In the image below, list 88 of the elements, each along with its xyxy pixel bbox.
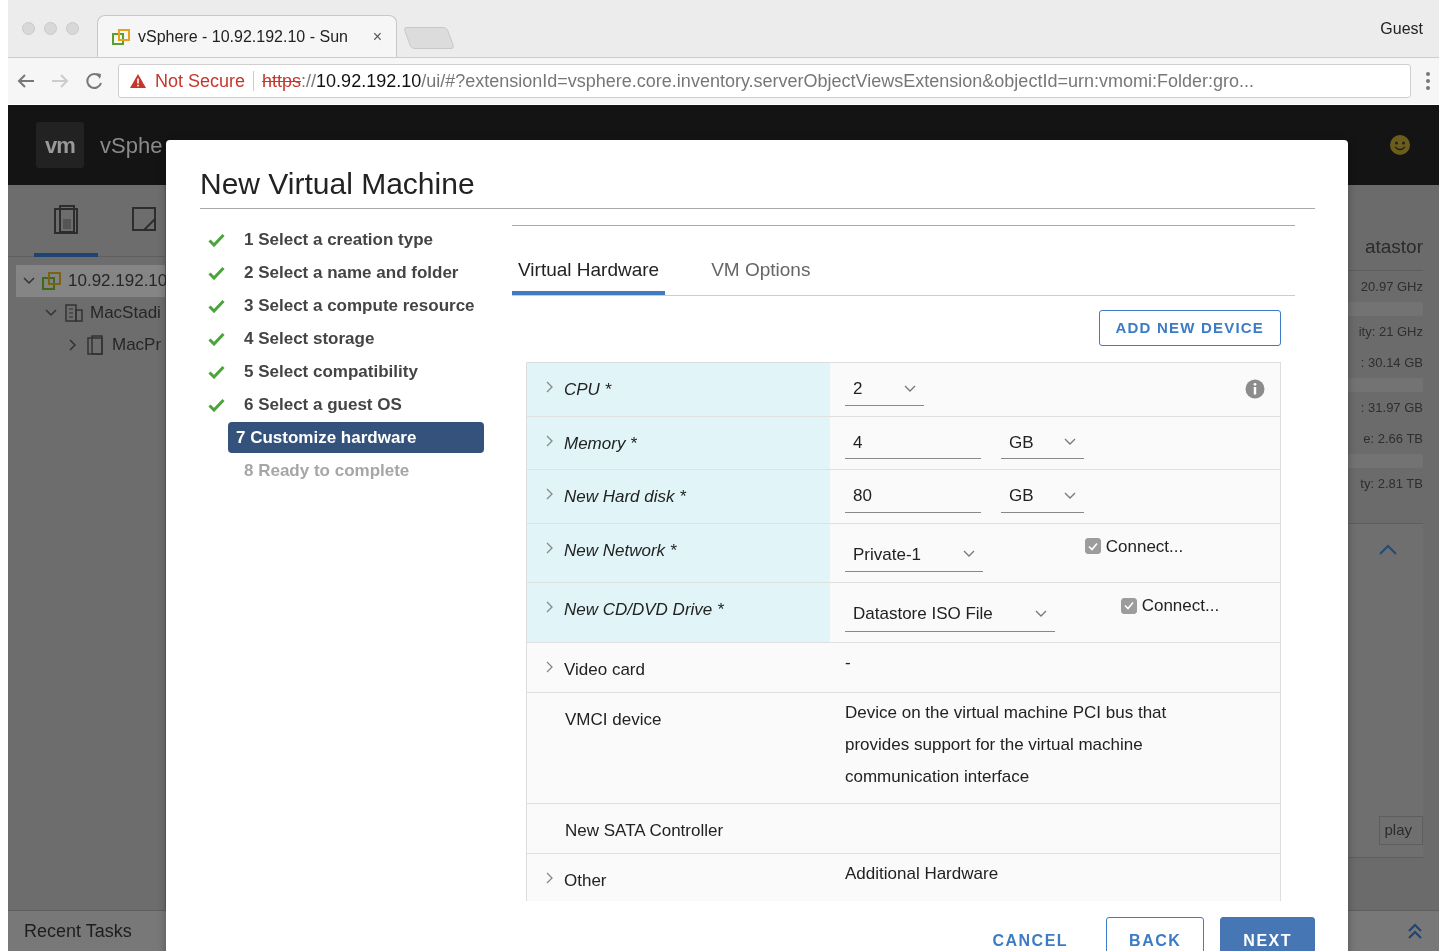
server-icon — [86, 335, 106, 355]
dialog-title: New Virtual Machine — [200, 166, 1315, 209]
tab-title: vSphere - 10.92.192.10 - Sun — [138, 26, 348, 47]
reload-icon[interactable] — [84, 71, 104, 91]
resource-text: 20.97 GHz — [1360, 277, 1423, 296]
cancel-button[interactable]: CANCEL — [970, 917, 1091, 951]
logo: vm — [36, 122, 84, 168]
resource-text: ity: 21 GHz — [1358, 322, 1423, 341]
security-label: Not Secure — [155, 69, 246, 93]
checkbox[interactable] — [1084, 538, 1101, 555]
chevron-right-icon[interactable] — [545, 488, 554, 500]
vcenter-icon — [42, 271, 62, 291]
check-icon — [208, 364, 225, 379]
chevron-down-icon — [1063, 491, 1076, 500]
row-label: New CD/DVD Drive * — [564, 599, 724, 621]
check-icon — [1087, 541, 1098, 551]
checkbox-label[interactable]: Connect... — [1105, 533, 1184, 559]
next-button[interactable]: NEXT — [1220, 917, 1315, 951]
checkbox-label[interactable]: Connect... — [1141, 593, 1220, 619]
back-icon[interactable] — [16, 72, 36, 90]
back-button[interactable]: BACK — [1106, 917, 1205, 951]
wizard-step[interactable]: 2 Select a name and folder — [236, 256, 467, 289]
check-icon — [208, 331, 225, 346]
info-icon[interactable] — [1245, 379, 1265, 399]
wizard-step[interactable]: 4 Select storage — [236, 322, 383, 355]
chevron-right-icon[interactable] — [545, 660, 554, 673]
url-text: https://10.92.192.10/ui/#?extensionId=vsphere.core.inventory.serverObjectViewsExtension&objectId=urn:vmomi:Folder:gro... — [262, 69, 1254, 93]
warning-icon — [129, 73, 147, 89]
resource-text: : 31.97 GB — [1360, 398, 1423, 417]
dropdown[interactable]: GB — [1001, 426, 1084, 459]
row-value: Additional Hardware — [845, 862, 999, 885]
chevron-right-icon[interactable] — [545, 381, 554, 393]
wizard-step[interactable]: 6 Select a guest OS — [236, 388, 410, 421]
row-label: New Network * — [564, 539, 677, 562]
address-field[interactable]: Not Secure https://10.92.192.10/ui/#?extensionId=vsphere.core.inventory.serverObjectViewsExtension&objectId=urn:vmomi:Folder:gro... — [118, 64, 1411, 98]
chevron-up-icon[interactable] — [1379, 543, 1397, 556]
dropdown[interactable]: Datastore ISO File — [845, 593, 1055, 632]
row-label: CPU * — [564, 379, 612, 401]
wizard-step[interactable]: 1 Select a creation type — [236, 223, 441, 256]
tab[interactable]: Virtual Hardware — [512, 256, 666, 295]
chevron-right-icon[interactable] — [545, 601, 554, 613]
row-value: Device on the virtual machine PCI bus that provides support for the virtual machine communication interface — [845, 701, 1168, 788]
row-label: Video card — [564, 658, 645, 681]
check-icon — [208, 265, 225, 280]
close-button[interactable]: × — [372, 24, 382, 49]
double-chevron-up-icon[interactable] — [1407, 922, 1423, 940]
server-tab-icon[interactable] — [34, 205, 98, 257]
dropdown[interactable]: 2 — [845, 373, 925, 406]
chevron-down-icon — [963, 550, 976, 559]
tree-item[interactable]: 10.92.192.10 — [16, 265, 165, 297]
dropdown[interactable]: GB — [1001, 480, 1084, 513]
row-label: Other — [564, 869, 607, 892]
recent-tasks-label[interactable]: Recent Tasks — [24, 917, 132, 945]
row-label: Memory * — [564, 432, 637, 455]
add-device-button[interactable]: ADD NEW DEVICE — [1098, 309, 1281, 346]
checkbox[interactable] — [1120, 597, 1137, 614]
chevron-down-icon — [904, 384, 917, 393]
row-value: - — [845, 651, 851, 674]
chevron-down-icon — [1063, 438, 1076, 447]
tab[interactable]: VM Options — [705, 256, 817, 295]
chevron-down-icon — [1034, 609, 1047, 618]
vcenter-icon — [112, 27, 130, 46]
input-field[interactable]: 80 — [845, 480, 981, 513]
chevron-right-icon[interactable] — [545, 434, 554, 447]
url-divider — [253, 71, 255, 91]
row-label: VMCI device — [565, 708, 662, 731]
wizard-step[interactable]: 5 Select compatibility — [236, 355, 426, 388]
wizard-step[interactable]: 3 Select a compute resource — [236, 289, 483, 322]
row-label: New SATA Controller — [565, 819, 724, 842]
product-name: vSphe — [100, 131, 163, 160]
wizard-step[interactable]: 7 Customize hardware — [228, 421, 484, 454]
smiley-icon[interactable] — [1389, 134, 1411, 156]
input-field[interactable]: 4 — [845, 426, 981, 459]
check-icon — [1123, 601, 1134, 611]
resource-text: ty: 2.81 TB — [1360, 474, 1423, 493]
dropdown[interactable]: Private-1 — [845, 533, 984, 572]
check-icon — [208, 232, 225, 247]
check-icon — [208, 397, 225, 412]
resource-text: e: 2.66 TB — [1363, 429, 1423, 448]
more-icon[interactable] — [1425, 71, 1431, 91]
chevron-right-icon[interactable] — [545, 541, 554, 554]
profile-name[interactable]: Guest — [1380, 16, 1439, 41]
row-label: New Hard disk * — [564, 486, 686, 508]
browser-tab[interactable]: vSphere - 10.92.192.10 - Sun × — [97, 15, 397, 57]
chevron-right-icon[interactable] — [545, 871, 554, 884]
check-icon — [208, 298, 225, 313]
building-icon — [64, 303, 84, 323]
resource-text: : 30.14 GB — [1360, 353, 1423, 372]
